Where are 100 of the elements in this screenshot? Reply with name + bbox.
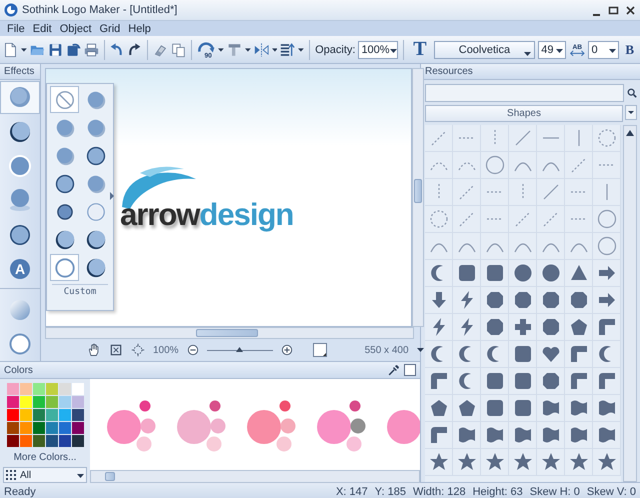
caret-icon[interactable] [244,48,251,52]
more-colors-link[interactable]: More Colors... [14,452,76,463]
color-swatch[interactable] [46,383,58,395]
caret-icon[interactable] [20,48,27,52]
opacity-field[interactable]: 100% [358,40,398,58]
color-dot[interactable] [346,436,362,451]
flag-icon[interactable] [568,398,588,418]
caret-icon[interactable] [77,474,84,478]
menu-item[interactable]: File [3,22,29,34]
rounded-square-icon[interactable] [512,371,532,391]
font-size-field[interactable]: 49 [538,40,566,58]
color-dot[interactable] [247,410,281,444]
circle-icon[interactable] [512,263,532,283]
current-color-icon[interactable] [404,364,416,376]
slider-thumb[interactable] [236,347,244,352]
flag-icon[interactable] [456,425,476,445]
corner-icon[interactable] [596,371,616,391]
flip-icon[interactable] [254,40,269,58]
color-swatch[interactable] [46,422,58,434]
scroll-up-arrow-icon[interactable] [626,130,634,136]
color-swatch[interactable] [32,422,44,434]
rounded-square-icon[interactable] [456,263,476,283]
color-swatch[interactable] [20,422,32,434]
color-dot[interactable] [317,410,351,444]
circle-outline-icon[interactable] [596,209,616,229]
dashed-circle-icon[interactable] [596,128,616,148]
caret-icon[interactable] [416,348,424,352]
flag-icon[interactable] [512,425,532,445]
arrow-icon[interactable] [596,290,616,310]
circle-outline-icon[interactable] [596,236,616,256]
arrow-icon[interactable] [596,263,616,283]
color-swatch[interactable] [72,422,84,434]
rounded-square-icon[interactable] [484,371,504,391]
color-swatch[interactable] [6,422,18,434]
corner-icon[interactable] [428,371,448,391]
dashed-circle-icon[interactable] [428,209,448,229]
corner-icon[interactable] [428,425,448,445]
effect-preview-icon[interactable]: A [8,256,32,281]
menu-item[interactable]: Object [56,22,96,34]
color-swatch[interactable] [6,396,18,408]
octagon-icon[interactable] [540,371,560,391]
flag-icon[interactable] [540,425,560,445]
category-dropdown[interactable]: Shapes [425,105,623,122]
color-swatch[interactable] [58,383,70,395]
fit-page-icon[interactable] [109,343,123,357]
expand-arrow-icon[interactable] [110,192,114,200]
flag-icon[interactable] [568,425,588,445]
search-field[interactable] [425,84,624,102]
menu-item[interactable]: Edit [28,22,56,34]
circle-outline-icon[interactable] [484,155,504,175]
octagon-icon[interactable] [484,290,504,310]
star-icon[interactable] [512,452,532,472]
text-tool-button[interactable]: T [409,38,431,61]
color-dot[interactable] [206,436,222,451]
color-dot[interactable] [350,418,366,433]
close-icon[interactable] [625,4,636,16]
star-icon[interactable] [568,452,588,472]
color-dot[interactable] [140,400,150,411]
caret-icon[interactable] [609,48,616,52]
color-swatch[interactable] [6,409,18,421]
zoom-in-icon[interactable] [280,344,293,356]
color-dot[interactable] [140,418,156,433]
background-color-icon[interactable] [312,343,327,357]
color-dot[interactable] [276,436,292,451]
octagon-icon[interactable] [484,317,504,337]
color-swatch[interactable] [20,383,32,395]
new-file-icon[interactable] [3,40,18,58]
color-swatch[interactable] [32,383,44,395]
color-dot[interactable] [210,418,226,433]
effect-option[interactable]: A [0,252,40,286]
color-swatch[interactable] [72,409,84,421]
color-dot[interactable] [280,400,290,411]
circle-icon[interactable] [540,263,560,283]
font-dropdown[interactable]: Coolvetica [434,40,536,58]
color-swatch[interactable] [6,383,18,395]
effect-preview-icon[interactable] [8,120,32,144]
color-filter-dropdown[interactable]: All [3,467,87,483]
menu-item[interactable]: Grid [96,22,124,34]
color-dot[interactable] [210,400,220,411]
flag-icon[interactable] [540,398,560,418]
corner-icon[interactable] [568,371,588,391]
color-swatch[interactable] [6,435,18,447]
color-dot[interactable] [136,436,152,451]
color-dot[interactable] [280,418,296,433]
eyedropper-icon[interactable] [387,364,400,376]
color-swatch[interactable] [58,422,70,434]
caret-icon[interactable] [625,105,637,120]
bold-button[interactable]: B [622,42,638,58]
zoom-slider[interactable] [206,346,273,354]
color-swatch[interactable] [58,396,70,408]
color-swatch[interactable] [46,409,58,421]
color-dot[interactable] [107,410,141,444]
caret-icon[interactable] [390,48,397,52]
color-swatch[interactable] [72,396,84,408]
color-dot[interactable] [350,400,360,411]
menu-item[interactable]: Help [124,22,155,34]
hand-icon[interactable] [87,343,101,357]
color-swatch[interactable] [32,396,44,408]
cross-icon[interactable] [512,317,532,337]
flag-icon[interactable] [596,398,616,418]
